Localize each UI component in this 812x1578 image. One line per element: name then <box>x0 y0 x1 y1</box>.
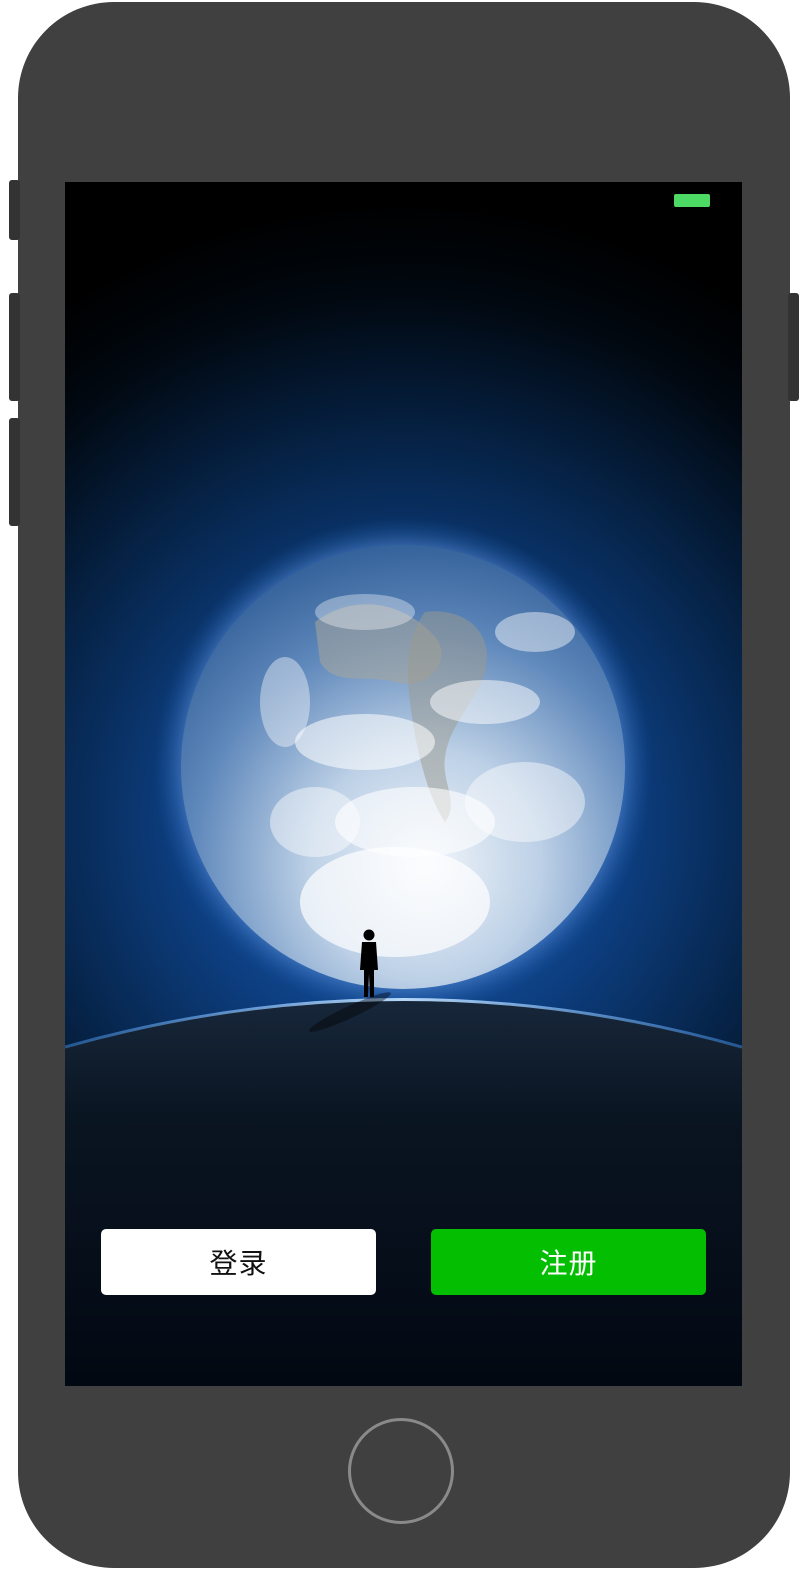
phone-screen: 登录 注册 <box>65 182 742 1386</box>
power-button[interactable] <box>788 293 799 401</box>
earth-icon <box>181 545 625 989</box>
battery-icon <box>674 194 710 207</box>
mute-switch[interactable] <box>9 180 20 240</box>
register-button[interactable]: 注册 <box>431 1229 706 1295</box>
login-button[interactable]: 登录 <box>101 1229 376 1295</box>
welcome-background <box>65 182 742 1386</box>
home-button[interactable] <box>348 1418 454 1524</box>
volume-up-button[interactable] <box>9 293 20 401</box>
volume-down-button[interactable] <box>9 418 20 526</box>
